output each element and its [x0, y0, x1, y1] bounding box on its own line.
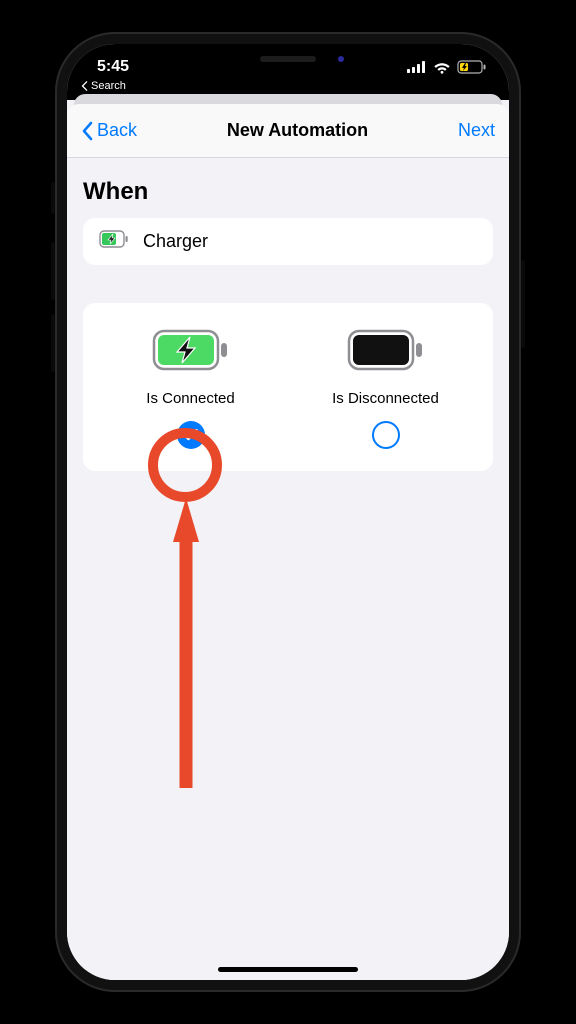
silence-switch [51, 182, 55, 214]
battery-low-power-icon [457, 60, 487, 74]
option-is-disconnected[interactable]: Is Disconnected [288, 329, 483, 449]
screen: 5:45 Search [67, 44, 509, 980]
status-indicators [407, 60, 487, 74]
battery-charging-icon [99, 230, 129, 253]
section-title: When [83, 178, 493, 206]
content-area: When Charger [67, 158, 509, 980]
options-card: Is Connected Is Disconnected [83, 303, 493, 471]
trigger-row[interactable]: Charger [83, 218, 493, 265]
volume-down-button [51, 314, 55, 372]
power-button [521, 260, 525, 348]
next-label: Next [458, 120, 495, 141]
cellular-icon [407, 61, 427, 73]
option-connected-label: Is Connected [146, 390, 234, 407]
trigger-card: Charger [83, 218, 493, 265]
battery-disconnected-icon [347, 329, 425, 376]
option-disconnected-label: Is Disconnected [332, 390, 439, 407]
notch [188, 44, 388, 74]
battery-connected-icon [152, 329, 230, 376]
option-is-connected[interactable]: Is Connected [93, 329, 288, 449]
back-button[interactable]: Back [81, 120, 137, 141]
page-title: New Automation [227, 120, 368, 141]
back-label: Back [97, 120, 137, 141]
nav-bar: Back New Automation Next [67, 104, 509, 158]
radio-unselected[interactable] [372, 421, 400, 449]
phone-frame: 5:45 Search [55, 32, 521, 992]
home-indicator[interactable] [218, 967, 358, 972]
chevron-left-icon [81, 121, 95, 141]
radio-selected[interactable] [177, 421, 205, 449]
check-icon [183, 429, 198, 441]
breadcrumb-back-to-app[interactable]: Search [81, 80, 126, 92]
trigger-label: Charger [143, 231, 208, 252]
wifi-icon [433, 61, 451, 74]
volume-up-button [51, 242, 55, 300]
status-time: 5:45 [97, 58, 129, 76]
breadcrumb-label: Search [91, 80, 126, 92]
annotation-arrow-icon [173, 498, 199, 788]
next-button[interactable]: Next [458, 120, 495, 141]
